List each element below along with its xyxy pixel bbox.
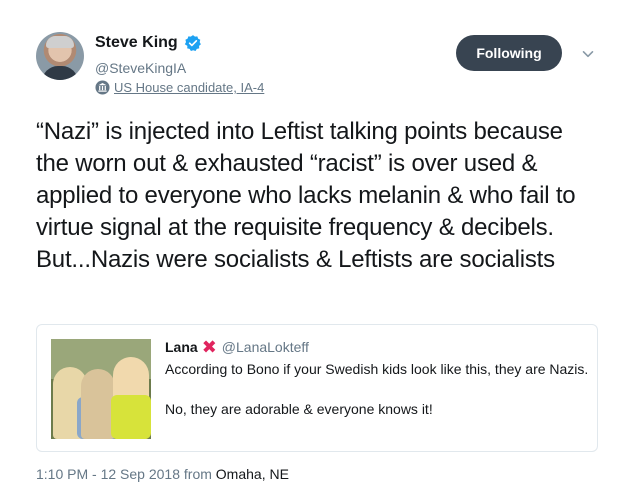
author-handle[interactable]: @SteveKingIA [95,60,186,76]
quoted-tweet-line-2: No, they are adorable & everyone knows i… [165,401,433,417]
quoted-tweet-line-1: According to Bono if your Swedish kids l… [165,361,589,377]
author-name[interactable]: Steve King [95,34,178,52]
x-mark-icon: ✖ [201,337,217,357]
government-building-icon [95,80,110,95]
verified-badge-icon [184,35,201,52]
avatar-hair [46,36,74,48]
tweet-meta: 1:10 PM - 12 Sep 2018 from Omaha, NE [36,466,289,482]
tweet-text: “Nazi” is injected into Leftist talking … [36,118,576,273]
author-name-row: Steve King [95,34,202,52]
quoted-author-handle: @LanaLokteff [221,339,309,355]
avatar[interactable] [36,32,84,80]
tweet-timestamp[interactable]: 1:10 PM - 12 Sep 2018 [36,466,180,482]
quoted-tweet-header: Lana ✖ @LanaLokteff [165,337,309,357]
photo-safety-vest [111,395,151,439]
author-label[interactable]: US House candidate, IA-4 [95,80,264,95]
following-button[interactable]: Following [456,35,562,71]
tweet-location[interactable]: Omaha, NE [216,466,289,482]
photo-child-middle [81,369,115,439]
quoted-tweet-card[interactable]: Lana ✖ @LanaLokteff According to Bono if… [36,324,598,452]
from-word: from [183,466,212,482]
quoted-tweet-photo[interactable] [51,339,151,439]
quoted-author-name: Lana [165,339,198,355]
author-label-text[interactable]: US House candidate, IA-4 [114,80,264,95]
avatar-shirt [42,66,78,80]
chevron-down-icon[interactable] [582,48,594,60]
